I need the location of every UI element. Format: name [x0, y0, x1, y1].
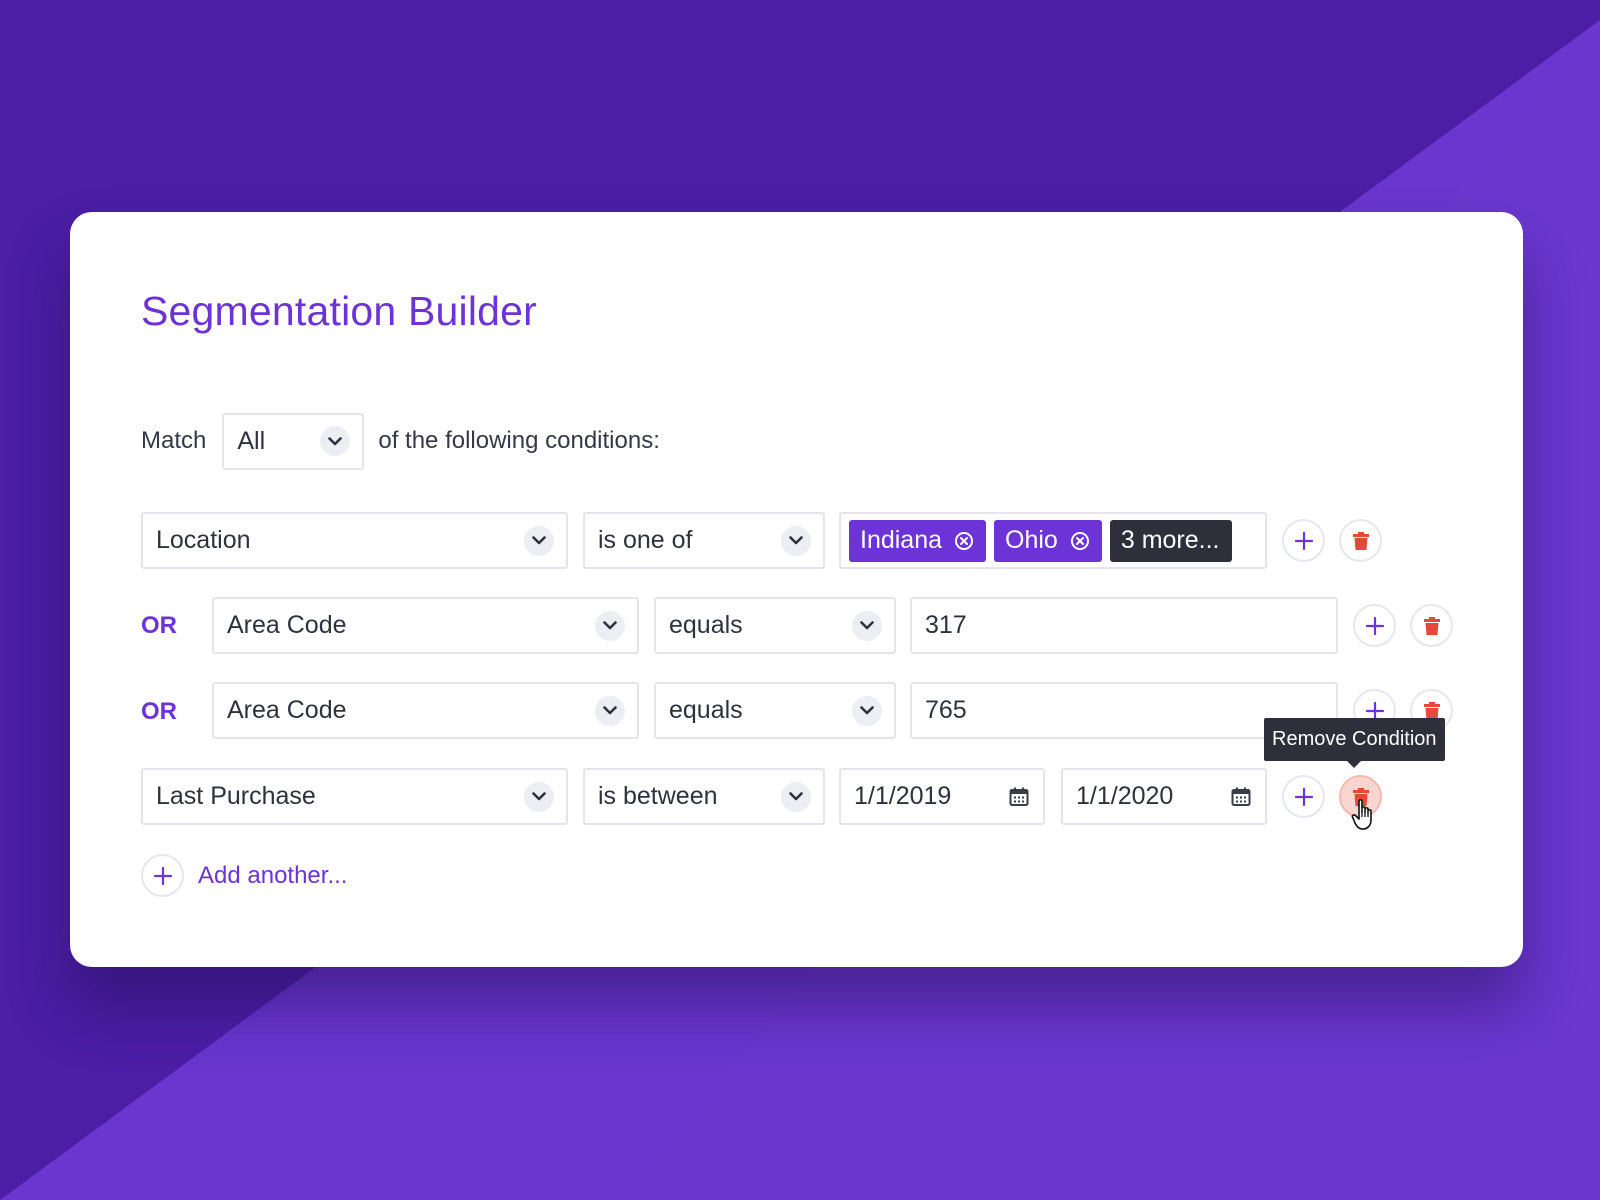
chevron-down-icon: [595, 695, 625, 726]
remove-condition-button[interactable]: [1339, 519, 1382, 562]
close-circle-icon[interactable]: [1070, 531, 1090, 551]
tag-chip[interactable]: Ohio: [994, 519, 1102, 562]
field-select-value: Area Code: [227, 696, 347, 724]
chevron-down-icon: [524, 525, 554, 556]
close-circle-icon[interactable]: [954, 531, 974, 551]
tag-label: Indiana: [860, 526, 943, 554]
plus-icon: [1294, 787, 1313, 806]
add-another-row[interactable]: Add another...: [141, 854, 347, 897]
field-select-value: Location: [156, 526, 251, 554]
trash-icon: [1352, 531, 1369, 550]
plus-icon: [153, 866, 172, 885]
tag-chip[interactable]: Indiana: [849, 519, 987, 562]
condition-field-select[interactable]: Location: [141, 512, 568, 569]
segmentation-card: Segmentation Builder Match All of the fo…: [70, 212, 1523, 967]
field-select-value: Last Purchase: [156, 782, 316, 810]
more-tags-chip[interactable]: 3 more...: [1109, 519, 1232, 562]
condition-field-select[interactable]: Area Code: [212, 682, 639, 739]
operator-select-value: equals: [669, 696, 743, 724]
calendar-icon[interactable]: [1231, 787, 1251, 807]
start-date-input[interactable]: 1/1/2019: [839, 768, 1045, 825]
add-condition-button[interactable]: [1282, 775, 1325, 818]
hand-cursor-icon: [1351, 798, 1379, 837]
remove-condition-button[interactable]: [1410, 604, 1453, 647]
add-another-link[interactable]: Add another...: [198, 862, 347, 890]
end-date-value: 1/1/2020: [1076, 782, 1174, 810]
add-condition-button[interactable]: [1353, 604, 1396, 647]
operator-select-value: is between: [598, 782, 718, 810]
or-connector: OR: [141, 698, 177, 725]
condition-operator-select[interactable]: equals: [654, 597, 896, 654]
operator-select-value: is one of: [598, 526, 693, 554]
calendar-icon[interactable]: [1009, 787, 1029, 807]
chevron-down-icon: [320, 426, 351, 456]
condition-field-select[interactable]: Area Code: [212, 597, 639, 654]
tag-label: Ohio: [1005, 526, 1058, 554]
match-select[interactable]: All: [222, 412, 365, 470]
tag-input[interactable]: Indiana Ohio 3 more...: [839, 512, 1267, 569]
operator-select-value: equals: [669, 611, 743, 639]
chevron-down-icon: [781, 781, 811, 812]
match-label: Match: [141, 427, 207, 454]
chevron-down-icon: [595, 610, 625, 641]
remove-condition-tooltip: Remove Condition: [1264, 718, 1445, 768]
start-date-value: 1/1/2019: [854, 782, 952, 810]
condition-operator-select[interactable]: equals: [654, 682, 896, 739]
condition-value: 765: [925, 696, 967, 724]
match-select-value: All: [237, 426, 266, 455]
trash-icon: [1423, 616, 1440, 635]
page-title: Segmentation Builder: [141, 288, 538, 334]
plus-icon: [1365, 616, 1384, 635]
chevron-down-icon: [524, 781, 554, 812]
chevron-down-icon: [852, 695, 882, 726]
add-another-button[interactable]: [141, 854, 184, 897]
condition-field-select[interactable]: Last Purchase: [141, 768, 568, 825]
match-suffix: of the following conditions:: [378, 427, 660, 454]
condition-operator-select[interactable]: is between: [583, 768, 825, 825]
condition-value: 317: [925, 611, 967, 639]
end-date-input[interactable]: 1/1/2020: [1061, 768, 1267, 825]
add-condition-button[interactable]: [1282, 519, 1325, 562]
plus-icon: [1294, 531, 1313, 550]
condition-value-input[interactable]: 317: [910, 597, 1338, 654]
match-row: Match All of the following conditions:: [141, 412, 660, 470]
chevron-down-icon: [781, 525, 811, 556]
chevron-down-icon: [852, 610, 882, 641]
or-connector: OR: [141, 612, 177, 639]
condition-operator-select[interactable]: is one of: [583, 512, 825, 569]
field-select-value: Area Code: [227, 611, 347, 639]
